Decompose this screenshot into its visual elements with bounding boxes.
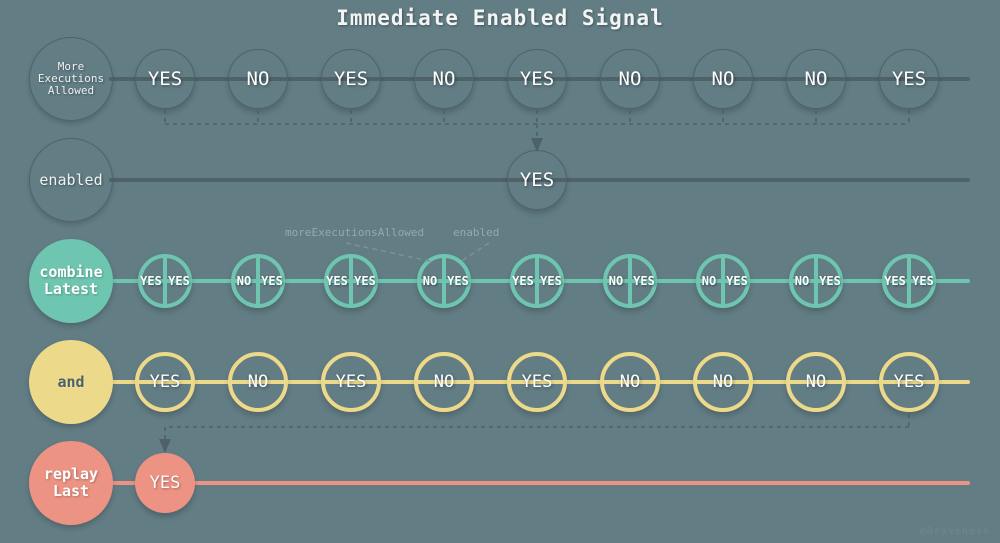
event-value-right: YES (354, 274, 376, 288)
event-value: YES (521, 372, 553, 392)
event-value: YES (147, 68, 183, 90)
event-node[interactable]: YES YES (882, 254, 936, 308)
event-value: NO (711, 68, 735, 90)
event-node[interactable]: NO (600, 49, 660, 109)
event-node[interactable]: YES (135, 352, 195, 412)
event-node[interactable]: YES YES (324, 254, 378, 308)
event-value-right: YES (168, 274, 190, 288)
event-node[interactable]: YES (321, 352, 381, 412)
event-node[interactable]: NO YES (789, 254, 843, 308)
event-value: YES (335, 372, 367, 392)
split-divider (442, 254, 446, 308)
page-title: Immediate Enabled Signal (336, 6, 664, 30)
event-value-right: YES (540, 274, 562, 288)
event-node[interactable]: YES YES (138, 254, 192, 308)
event-value-left: NO (422, 274, 438, 288)
split-divider (163, 254, 167, 308)
split-divider (721, 254, 725, 308)
split-divider (535, 254, 539, 308)
row-label-enabled[interactable]: enabled (29, 138, 113, 222)
event-node[interactable]: YES (321, 49, 381, 109)
event-node[interactable]: NO YES (231, 254, 285, 308)
event-value: YES (519, 169, 555, 191)
event-node[interactable]: NO (228, 352, 288, 412)
event-value: NO (618, 68, 642, 90)
event-node[interactable]: YES (135, 453, 195, 513)
event-value-left: NO (794, 274, 810, 288)
event-node[interactable]: NO (786, 352, 846, 412)
event-value: YES (891, 68, 927, 90)
event-value-left: YES (884, 274, 906, 288)
event-value-left: NO (701, 274, 717, 288)
diagram-canvas: Immediate Enabled Signal More Executions… (0, 0, 1000, 543)
event-value: NO (433, 372, 455, 392)
event-value-left: YES (140, 274, 162, 288)
event-value: YES (893, 372, 925, 392)
annotation-enabled: enabled (453, 226, 500, 239)
event-value-right: YES (912, 274, 934, 288)
event-value-left: NO (608, 274, 624, 288)
event-node[interactable]: YES (879, 352, 939, 412)
event-value: NO (805, 372, 827, 392)
row-label-combine-latest[interactable]: combine Latest (29, 239, 113, 323)
event-value: YES (333, 68, 369, 90)
watermark: @Draveness (919, 526, 990, 537)
event-node[interactable]: YES (507, 49, 567, 109)
event-value-left: YES (512, 274, 534, 288)
split-divider (907, 254, 911, 308)
event-node[interactable]: YES (507, 150, 567, 210)
row-label-and[interactable]: and (29, 340, 113, 424)
row-label-replay-last[interactable]: replay Last (29, 441, 113, 525)
event-value-left: YES (326, 274, 348, 288)
split-divider (349, 254, 353, 308)
event-value: NO (804, 68, 828, 90)
event-node[interactable]: YES (879, 49, 939, 109)
event-value: NO (712, 372, 734, 392)
event-value: YES (149, 372, 181, 392)
timeline-line-replay-last (109, 481, 970, 485)
event-value-right: YES (633, 274, 655, 288)
split-divider (814, 254, 818, 308)
annotation-more-executions-allowed: moreExecutionsAllowed (285, 226, 425, 239)
split-divider (256, 254, 260, 308)
event-value-right: YES (726, 274, 748, 288)
event-value: NO (619, 372, 641, 392)
row-label-more-executions-allowed[interactable]: More Executions Allowed (29, 37, 113, 121)
event-value-right: YES (261, 274, 283, 288)
split-divider (628, 254, 632, 308)
event-value: YES (519, 68, 555, 90)
event-node[interactable]: YES YES (510, 254, 564, 308)
event-value-right: YES (819, 274, 841, 288)
event-node[interactable]: NO (693, 352, 753, 412)
event-value-right: YES (447, 274, 469, 288)
event-value: NO (246, 68, 270, 90)
event-value: NO (432, 68, 456, 90)
event-node[interactable]: NO (414, 49, 474, 109)
event-node[interactable]: NO (600, 352, 660, 412)
event-node[interactable]: NO YES (603, 254, 657, 308)
event-value: YES (149, 473, 181, 493)
event-node[interactable]: NO YES (417, 254, 471, 308)
event-node[interactable]: NO YES (696, 254, 750, 308)
event-node[interactable]: NO (228, 49, 288, 109)
event-node[interactable]: YES (135, 49, 195, 109)
event-node[interactable]: YES (507, 352, 567, 412)
event-node[interactable]: NO (414, 352, 474, 412)
event-value-left: NO (236, 274, 252, 288)
event-node[interactable]: NO (693, 49, 753, 109)
event-node[interactable]: NO (786, 49, 846, 109)
event-value: NO (247, 372, 269, 392)
